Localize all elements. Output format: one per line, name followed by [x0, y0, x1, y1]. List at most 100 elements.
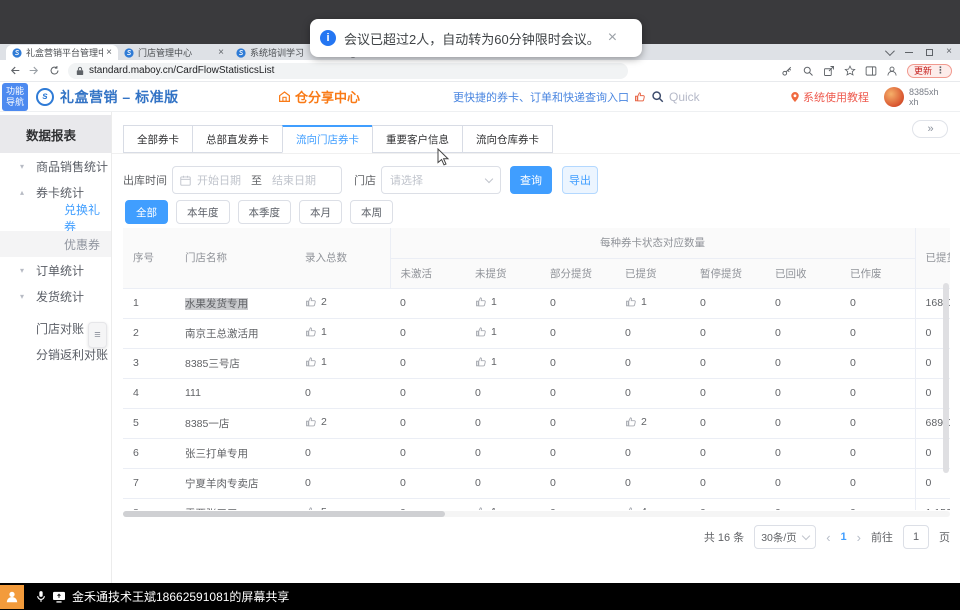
- goto-page-input[interactable]: 1: [903, 525, 929, 549]
- scrollbar-thumb[interactable]: [943, 283, 949, 473]
- side-panel-icon[interactable]: [865, 65, 877, 77]
- hand-link[interactable]: 1: [475, 506, 497, 511]
- sidebar-item-label: 分销返利对账: [36, 346, 108, 363]
- hand-link[interactable]: 1: [475, 356, 497, 368]
- search-button[interactable]: 查询: [510, 166, 552, 194]
- screenshare-text: 金禾通技术王斌18662591081的屏幕共享: [72, 588, 289, 605]
- tab-item[interactable]: 流向仓库券卡: [462, 125, 553, 153]
- hand-icon: [305, 416, 317, 428]
- sidebar-item[interactable]: ▾订单统计: [0, 257, 111, 283]
- person-icon[interactable]: [0, 585, 24, 609]
- table-row[interactable]: 7宁夏羊肉专卖店000000000: [123, 468, 950, 498]
- hand-icon: [475, 356, 487, 368]
- back-icon[interactable]: [8, 65, 20, 77]
- notification-text: 会议已超过2人，自动转为60分钟限时会议。: [344, 29, 600, 48]
- url-bar[interactable]: standard.maboy.cn/CardFlowStatisticsList: [68, 63, 628, 79]
- value-cell: 0: [690, 498, 765, 510]
- hand-icon: [305, 326, 317, 338]
- sidebar-collapse-handle[interactable]: ≡: [88, 322, 107, 348]
- close-icon[interactable]: ×: [608, 30, 617, 46]
- profile-icon[interactable]: [886, 65, 898, 77]
- site-favicon-icon: [236, 48, 246, 58]
- table-row[interactable]: 1水果发货专用20101000168.0: [123, 288, 950, 318]
- sidebar-item[interactable]: ▾发货统计: [0, 283, 111, 309]
- next-page-icon[interactable]: ›: [857, 530, 861, 545]
- value-cell: 0: [765, 468, 840, 498]
- bookmark-star-icon[interactable]: [844, 65, 856, 77]
- tutorial-link[interactable]: 系统使用教程: [790, 89, 869, 105]
- minimize-icon[interactable]: [905, 52, 913, 53]
- meeting-notification: i 会议已超过2人，自动转为60分钟限时会议。 ×: [310, 19, 642, 57]
- hand-link[interactable]: 4: [625, 506, 647, 511]
- tutorial-label: 系统使用教程: [803, 89, 869, 105]
- table-row[interactable]: 8需要张三三501040001,152: [123, 498, 950, 510]
- zoom-icon[interactable]: [802, 65, 814, 77]
- tab-search-chevron-icon[interactable]: [885, 46, 895, 56]
- nav-toggle-button[interactable]: 功能导航: [2, 83, 28, 111]
- status-column-header: 部分提货: [540, 258, 615, 288]
- table-row[interactable]: 2南京王总激活用101000000: [123, 318, 950, 348]
- reload-icon[interactable]: [48, 65, 60, 77]
- hand-link[interactable]: 1: [305, 326, 327, 338]
- value-cell: 0: [690, 318, 765, 348]
- browser-tab[interactable]: 门店管理中心×: [118, 45, 230, 60]
- quick-filter-button[interactable]: 本年度: [176, 200, 230, 224]
- quick-filter-button[interactable]: 本月: [299, 200, 342, 224]
- maximize-icon[interactable]: [926, 49, 933, 56]
- sidebar-item[interactable]: 兑换礼券: [0, 205, 111, 231]
- store-select[interactable]: 请选择: [381, 166, 501, 194]
- sidebar-item[interactable]: 优惠券: [0, 231, 111, 257]
- status-column-header: 暂停提货: [690, 258, 765, 288]
- table-row[interactable]: 6张三打单专用000000000: [123, 438, 950, 468]
- hand-link[interactable]: 1: [475, 326, 497, 338]
- sidebar-item[interactable]: ▾商品销售统计: [0, 153, 111, 179]
- page-size-select[interactable]: 30条/页: [754, 525, 816, 549]
- hand-link[interactable]: 2: [625, 416, 647, 428]
- quick-entry[interactable]: 更快捷的券卡、订单和快递查询入口 Quick: [453, 89, 700, 105]
- forward-icon[interactable]: [28, 65, 40, 77]
- date-range-input[interactable]: 开始日期 至 结束日期: [172, 166, 342, 194]
- hand-link[interactable]: 5: [305, 506, 327, 511]
- status-column-header: 未提货: [465, 258, 540, 288]
- browser-tab[interactable]: 礼盒营销平台管理中心×: [6, 45, 118, 60]
- window-close-icon[interactable]: ×: [946, 47, 952, 57]
- tab-active[interactable]: 流向门店券卡: [282, 125, 373, 153]
- sidebar-item-label: 门店对账: [36, 320, 84, 337]
- export-button[interactable]: 导出: [562, 166, 598, 194]
- value-cell: 0: [765, 378, 840, 408]
- vertical-scrollbar[interactable]: [943, 250, 949, 610]
- hand-link[interactable]: 2: [305, 416, 327, 428]
- quick-filter-button[interactable]: 全部: [125, 200, 168, 224]
- main-content: » 全部券卡总部直发券卡流向门店券卡重要客户信息流向仓库券卡 出库时间 开始日期…: [112, 112, 960, 583]
- tab-close-icon[interactable]: ×: [218, 47, 224, 58]
- hand-link[interactable]: 1: [625, 296, 647, 308]
- page-number[interactable]: 1: [841, 531, 847, 543]
- value-cell: 0: [690, 408, 765, 438]
- table-row[interactable]: 38385三号店101000000: [123, 348, 950, 378]
- search-icon: [651, 90, 664, 103]
- hand-link[interactable]: 1: [305, 356, 327, 368]
- browser-toolbar: standard.maboy.cn/CardFlowStatisticsList…: [0, 60, 960, 82]
- value-cell: 0: [615, 348, 690, 378]
- hand-link[interactable]: 1: [475, 296, 497, 308]
- site-favicon-icon: [124, 48, 134, 58]
- avatar: [884, 87, 904, 107]
- quick-filter-button[interactable]: 本季度: [238, 200, 292, 224]
- tab-item[interactable]: 总部直发券卡: [192, 125, 283, 153]
- share-center-link[interactable]: 仓分享中心: [278, 87, 360, 106]
- tab-item[interactable]: 全部券卡: [123, 125, 193, 153]
- menu-dots-icon[interactable]: ⋮: [936, 65, 945, 76]
- scrollbar-thumb[interactable]: [123, 511, 445, 517]
- table-row[interactable]: 58385一店20002000689.0: [123, 408, 950, 438]
- horizontal-scrollbar[interactable]: [123, 511, 950, 517]
- share-icon[interactable]: [823, 65, 835, 77]
- quick-filter-button[interactable]: 本周: [350, 200, 393, 224]
- table-row[interactable]: 4111000000000: [123, 378, 950, 408]
- browser-update-button[interactable]: 更新 ⋮: [907, 64, 952, 78]
- prev-page-icon[interactable]: ‹: [826, 530, 830, 545]
- value-cell: 0: [840, 318, 915, 348]
- key-icon[interactable]: [781, 65, 793, 77]
- user-box[interactable]: 8385xh xh: [884, 87, 939, 107]
- tab-close-icon[interactable]: ×: [106, 47, 112, 58]
- hand-link[interactable]: 2: [305, 296, 327, 308]
